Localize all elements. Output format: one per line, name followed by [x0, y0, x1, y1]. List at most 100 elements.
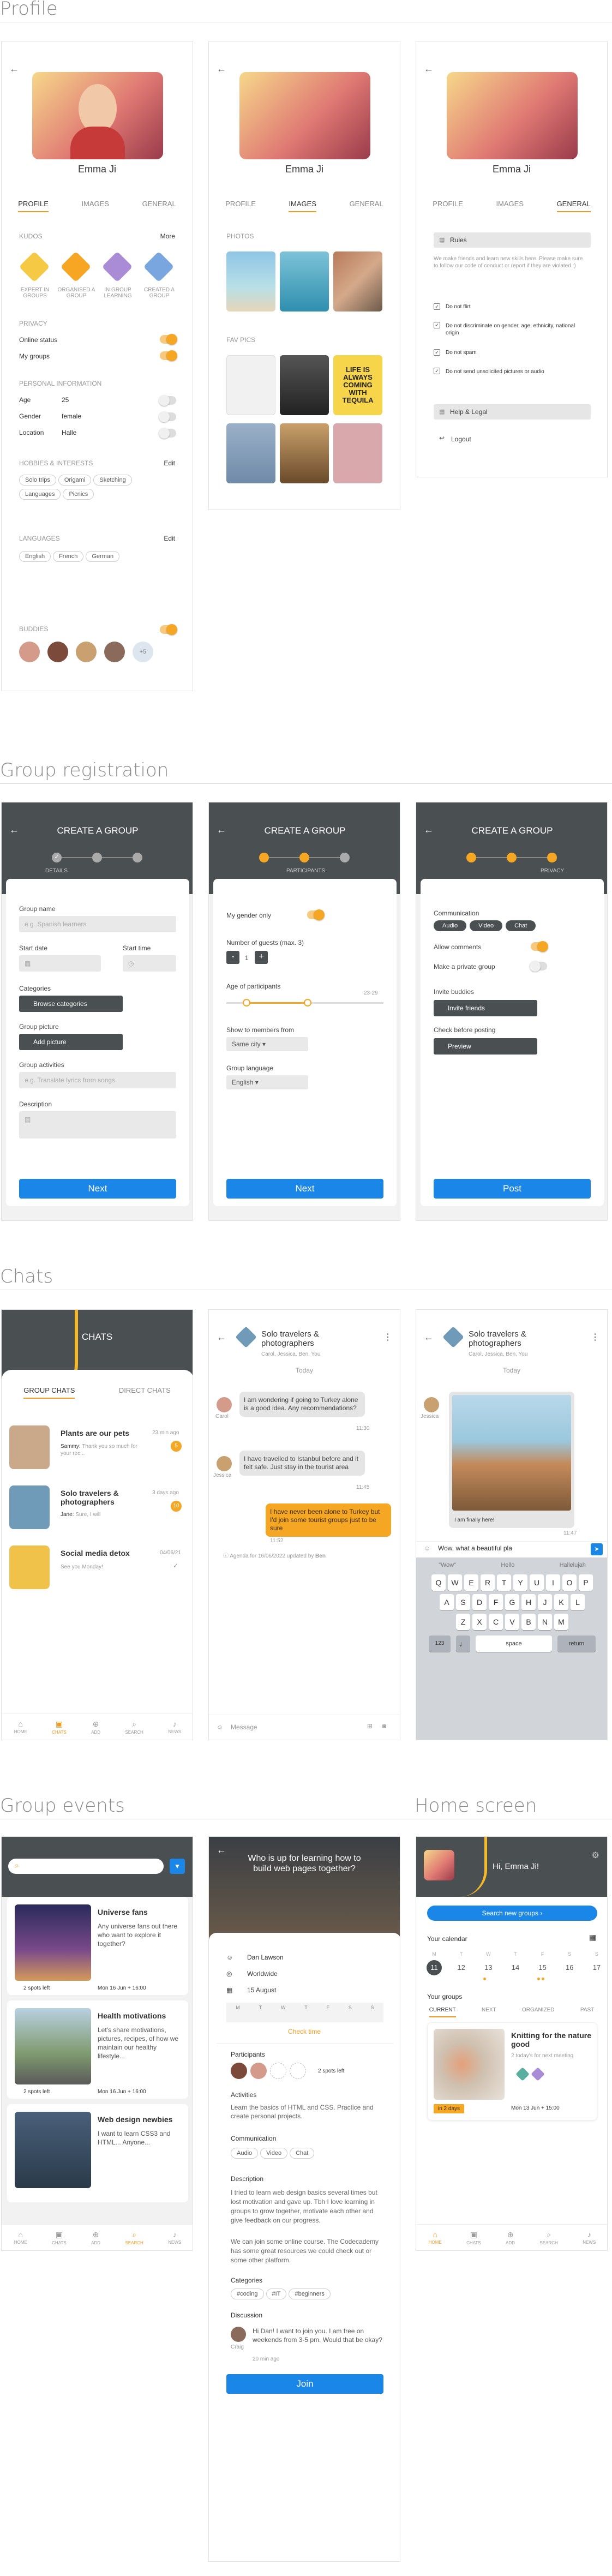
- keyboard-key[interactable]: R: [481, 1574, 495, 1591]
- nav-chats[interactable]: ▣ CHATS: [52, 1720, 67, 1735]
- shared-photo[interactable]: [452, 1395, 571, 1511]
- keyboard-key[interactable]: F: [489, 1594, 503, 1610]
- nav-home[interactable]: ⌂ HOME: [14, 1720, 27, 1734]
- fav-pic-thumb[interactable]: [280, 355, 329, 415]
- tag[interactable]: #coding: [231, 2289, 264, 2299]
- start-time-input[interactable]: ◷: [123, 955, 176, 972]
- photo-thumb[interactable]: [226, 251, 275, 311]
- keyboard-key[interactable]: G: [505, 1594, 519, 1610]
- keyboard-key[interactable]: C: [489, 1614, 503, 1630]
- check-time-link[interactable]: Check time: [209, 2028, 400, 2035]
- send-button[interactable]: ➤: [591, 1543, 603, 1555]
- fav-pic-thumb[interactable]: [280, 423, 329, 483]
- calendar-date[interactable]: 13: [477, 1960, 500, 1975]
- tab-next[interactable]: NEXT: [482, 2007, 496, 2017]
- private-group-toggle[interactable]: [530, 961, 547, 972]
- more-options-icon[interactable]: ⋮: [591, 1332, 599, 1343]
- keyboard-key[interactable]: E: [464, 1574, 478, 1591]
- camera-icon[interactable]: ◙: [382, 1722, 386, 1730]
- suggestion[interactable]: Hallelujah: [560, 1562, 586, 1568]
- calendar-date[interactable]: 14: [504, 1960, 527, 1975]
- tab-general[interactable]: GENERAL: [556, 200, 591, 212]
- keyboard-key[interactable]: X: [472, 1614, 487, 1630]
- same-city-select[interactable]: Same city ▾: [226, 1037, 308, 1051]
- return-key[interactable]: return: [557, 1636, 596, 1652]
- gear-icon[interactable]: ⚙: [592, 1850, 599, 1861]
- nav-chats[interactable]: ▣ CHATS: [52, 2230, 67, 2245]
- keyboard-key[interactable]: K: [554, 1594, 568, 1610]
- more-options-icon[interactable]: ⋮: [383, 1332, 392, 1343]
- numbers-key[interactable]: 123: [429, 1636, 451, 1652]
- guests-minus-button[interactable]: -: [226, 951, 239, 964]
- tab-group-chats[interactable]: GROUP CHATS: [23, 1386, 75, 1399]
- calendar-date[interactable]: 17: [585, 1960, 607, 1975]
- keyboard-key[interactable]: U: [530, 1574, 544, 1591]
- fav-pic-thumb[interactable]: [226, 423, 275, 483]
- hobby-chip[interactable]: Solo trips: [19, 475, 56, 486]
- buddies-more[interactable]: +5: [133, 642, 153, 662]
- rules-bar[interactable]: Rules: [434, 232, 591, 248]
- tab-profile[interactable]: PROFILE: [433, 200, 463, 212]
- calendar-date[interactable]: 15: [531, 1960, 554, 1975]
- audio-chip[interactable]: Audio: [434, 920, 467, 931]
- tab-images[interactable]: IMAGES: [496, 200, 524, 212]
- tag[interactable]: #beginners: [289, 2289, 331, 2299]
- space-key[interactable]: space: [476, 1636, 552, 1652]
- nav-add[interactable]: ⊕ ADD: [91, 1720, 100, 1735]
- age-slider-max-handle[interactable]: [304, 999, 311, 1007]
- tab-profile[interactable]: PROFILE: [18, 200, 49, 212]
- nav-home[interactable]: ⌂ HOME: [429, 2230, 442, 2245]
- tag[interactable]: #IT: [266, 2289, 287, 2299]
- keyboard-key[interactable]: N: [538, 1614, 552, 1630]
- post-button[interactable]: Post: [434, 1179, 591, 1199]
- kudos-more-link[interactable]: More: [160, 232, 175, 240]
- allow-comments-toggle[interactable]: [531, 941, 548, 952]
- nav-home[interactable]: ⌂ HOME: [14, 2230, 27, 2245]
- keyboard-key[interactable]: Z: [456, 1614, 470, 1630]
- tab-current[interactable]: CURRENT: [429, 2007, 456, 2017]
- keyboard-key[interactable]: B: [521, 1614, 536, 1630]
- keyboard-key[interactable]: W: [448, 1574, 462, 1591]
- emoji-icon[interactable]: ☺: [217, 1723, 223, 1731]
- nav-add[interactable]: ⊕ ADD: [91, 2230, 100, 2245]
- photo-thumb[interactable]: [333, 251, 382, 311]
- search-groups-button[interactable]: Search new groups ›: [427, 1906, 597, 1921]
- back-arrow-icon[interactable]: ←: [217, 1332, 226, 1343]
- nav-search[interactable]: ⌕ SEARCH: [539, 2230, 557, 2245]
- activities-input[interactable]: e.g. Translate lyrics from songs: [19, 1072, 176, 1088]
- age-toggle[interactable]: [159, 395, 176, 406]
- tab-profile[interactable]: PROFILE: [225, 200, 256, 212]
- chat-name[interactable]: Solo travelers & photographers: [61, 1489, 142, 1506]
- tab-general[interactable]: GENERAL: [142, 200, 176, 212]
- avatar[interactable]: [424, 1850, 454, 1880]
- keyboard-key[interactable]: L: [571, 1594, 585, 1610]
- keyboard-key[interactable]: J: [538, 1594, 552, 1610]
- language-select[interactable]: English ▾: [226, 1075, 308, 1089]
- help-legal-bar[interactable]: Help & Legal: [434, 404, 591, 420]
- gender-toggle[interactable]: [159, 411, 176, 422]
- tab-direct-chats[interactable]: DIRECT CHATS: [119, 1386, 171, 1399]
- avatar[interactable]: [19, 642, 40, 662]
- location-toggle[interactable]: [159, 428, 176, 439]
- chat-chip[interactable]: Chat: [506, 920, 536, 931]
- keyboard-key[interactable]: Y: [513, 1574, 527, 1591]
- search-input[interactable]: [8, 1859, 164, 1874]
- invite-friends-button[interactable]: Invite friends: [434, 1000, 537, 1016]
- hobby-chip[interactable]: Languages: [19, 489, 61, 500]
- keyboard-key[interactable]: D: [472, 1594, 487, 1610]
- hobbies-edit-link[interactable]: Edit: [164, 459, 175, 467]
- my-groups-toggle[interactable]: [160, 350, 177, 361]
- suggestion[interactable]: Hello: [501, 1562, 514, 1568]
- join-button[interactable]: Join: [226, 2374, 383, 2394]
- photo-thumb[interactable]: [280, 251, 329, 311]
- nav-search[interactable]: ⌕ SEARCH: [125, 2230, 143, 2245]
- hobby-chip[interactable]: Sketching: [93, 475, 132, 486]
- filter-icon[interactable]: ▼: [170, 1859, 185, 1874]
- browse-categories-button[interactable]: Browse categories: [19, 996, 123, 1012]
- keyboard-key[interactable]: O: [562, 1574, 577, 1591]
- keyboard-key[interactable]: H: [521, 1594, 536, 1610]
- nav-news[interactable]: ♪ NEWS: [583, 2230, 596, 2245]
- keyboard-key[interactable]: M: [554, 1614, 568, 1630]
- keyboard-key[interactable]: S: [456, 1594, 470, 1610]
- preview-button[interactable]: Preview: [434, 1038, 537, 1055]
